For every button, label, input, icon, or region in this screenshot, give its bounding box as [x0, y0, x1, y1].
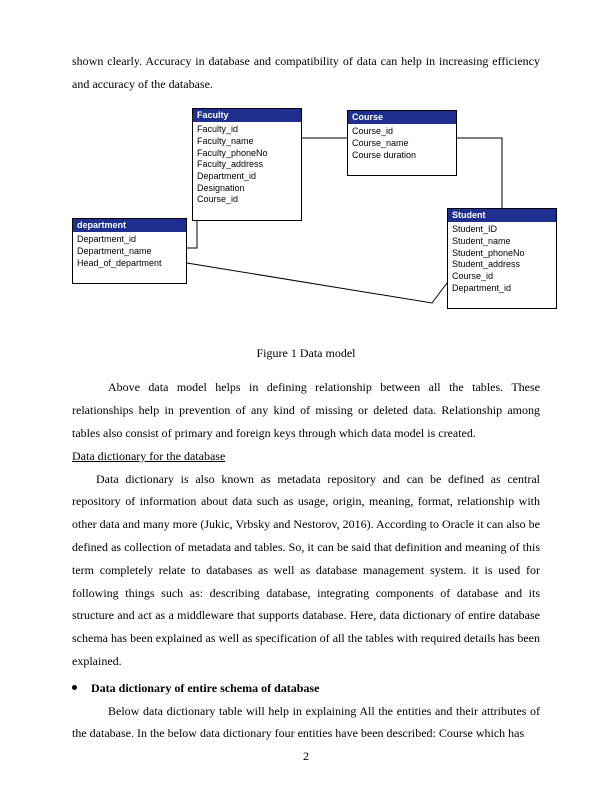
entity-attr: Course_id [352, 126, 452, 138]
bullet-item: Data dictionary of entire schema of data… [72, 677, 540, 700]
entity-attr: Student_phoneNo [452, 248, 552, 260]
entity-course: Course Course_id Course_name Course dura… [347, 110, 457, 177]
entity-department: department Department_id Department_name… [72, 218, 187, 285]
page-number: 2 [0, 745, 612, 768]
entity-attr: Designation [197, 183, 297, 195]
entity-attr: Student_ID [452, 224, 552, 236]
intro-paragraph: shown clearly. Accuracy in database and … [72, 50, 540, 96]
entity-faculty: Faculty Faculty_id Faculty_name Faculty_… [192, 108, 302, 222]
entity-attr: Course_id [452, 271, 552, 283]
entity-attr: Department_name [77, 246, 182, 258]
model-paragraph: Above data model helps in defining relat… [72, 376, 540, 444]
entity-attr: Faculty_id [197, 124, 297, 136]
bullet-heading-text: Data dictionary of entire schema of data… [91, 677, 319, 700]
entity-attr: Student_name [452, 236, 552, 248]
entity-attr: Student_address [452, 259, 552, 271]
entity-attr: Department_id [197, 171, 297, 183]
entity-student: Student Student_ID Student_name Student_… [447, 208, 557, 310]
bullet-icon [72, 685, 77, 690]
data-dictionary-paragraph: Data dictionary is also known as metadat… [72, 468, 540, 673]
entity-attr: Course duration [352, 150, 452, 162]
entity-attr: Faculty_address [197, 159, 297, 171]
entity-student-title: Student [448, 209, 556, 223]
entity-attr: Course_id [197, 194, 297, 206]
entity-attr: Head_of_department [77, 258, 182, 270]
entity-department-title: department [73, 219, 186, 233]
entity-course-title: Course [348, 111, 456, 125]
data-dictionary-heading: Data dictionary for the database [72, 445, 540, 468]
entity-faculty-title: Faculty [193, 109, 301, 123]
entity-attr: Department_id [452, 283, 552, 295]
er-diagram: Faculty Faculty_id Faculty_name Faculty_… [72, 108, 540, 338]
figure-caption: Figure 1 Data model [72, 342, 540, 365]
entity-attr: Course_name [352, 138, 452, 150]
entity-attr: Faculty_phoneNo [197, 148, 297, 160]
entity-attr: Faculty_name [197, 136, 297, 148]
entity-attr: Department_id [77, 234, 182, 246]
bullet-paragraph: Below data dictionary table will help in… [72, 700, 540, 746]
